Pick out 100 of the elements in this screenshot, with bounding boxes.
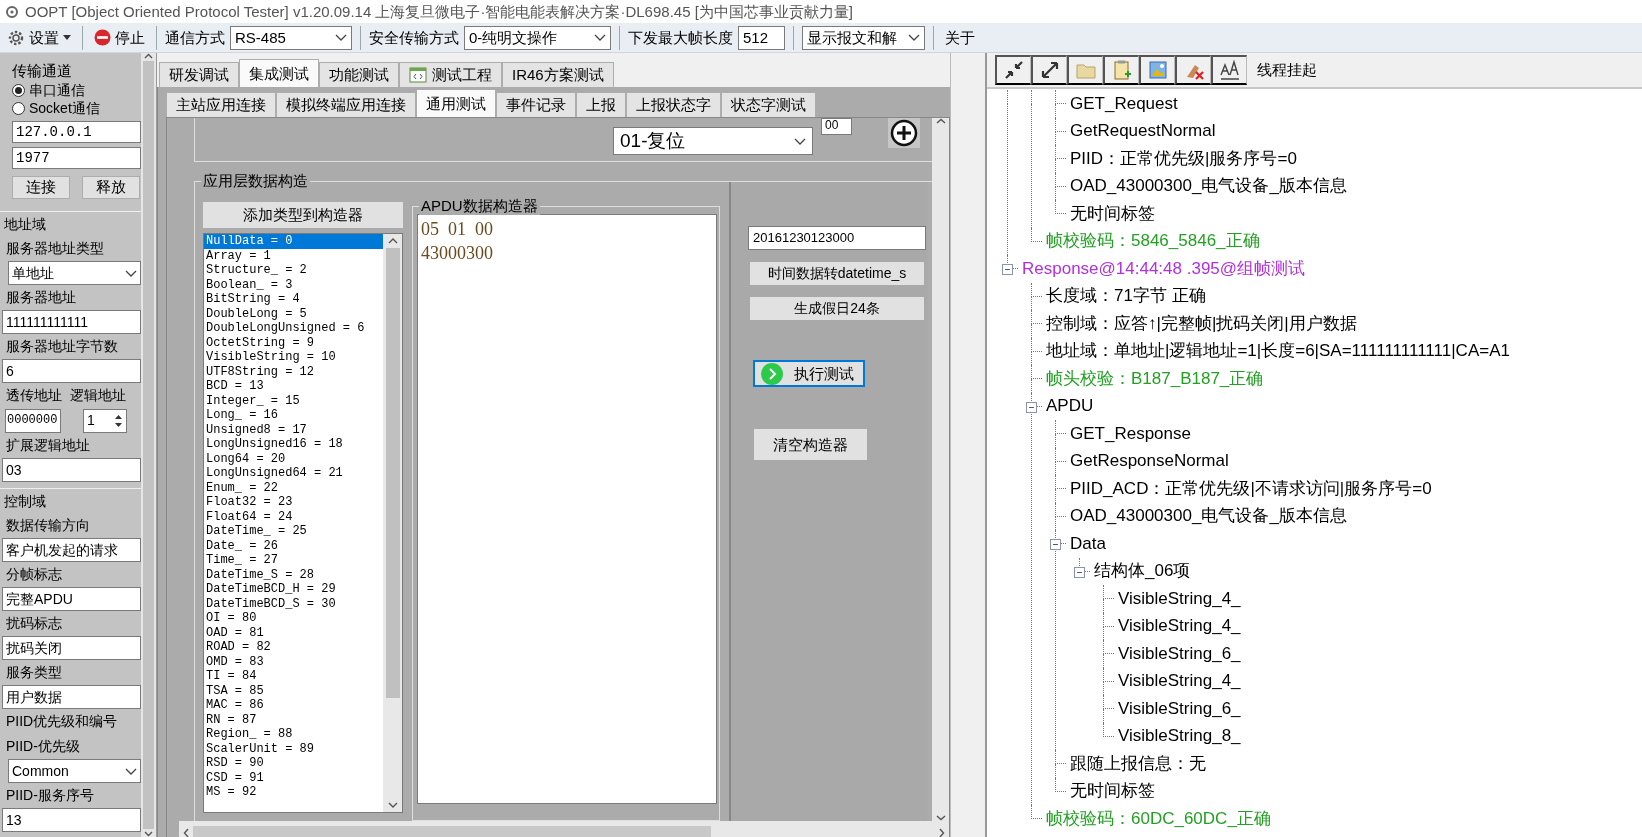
tab[interactable]: 集成测试 bbox=[239, 59, 319, 87]
tree-node[interactable]: 地址域：单地址|逻辑地址=1|长度=6|SA=111111111111|CA=A1 bbox=[1043, 337, 1642, 365]
tab[interactable]: 事件记录 bbox=[496, 92, 576, 117]
image-button[interactable] bbox=[1139, 55, 1175, 85]
tab[interactable]: IR46方案测试 bbox=[502, 62, 614, 87]
tree-node[interactable]: PIID：正常优先级|服务序号=0 bbox=[1067, 145, 1642, 173]
input-field[interactable]: 客户机发起的请求 bbox=[2, 538, 142, 562]
dropdown[interactable]: 0-纯明文操作 bbox=[464, 25, 611, 50]
list-item[interactable]: OAD = 81 bbox=[204, 625, 383, 640]
input-field[interactable]: 1977 bbox=[12, 147, 142, 169]
list-item[interactable]: OMD = 83 bbox=[204, 654, 383, 669]
input-field[interactable]: 用户数据 bbox=[2, 685, 142, 709]
tree-node[interactable]: GetResponseNormal bbox=[1067, 447, 1642, 475]
dropdown[interactable]: 01-复位 bbox=[613, 127, 813, 155]
list-item[interactable]: LongUnsigned16 = 18 bbox=[204, 437, 383, 452]
list-item[interactable]: Integer_ = 15 bbox=[204, 393, 383, 408]
tree-node[interactable]: Data bbox=[1067, 530, 1642, 558]
scroll-right-icon[interactable] bbox=[939, 828, 945, 837]
list-item[interactable]: ROAD = 82 bbox=[204, 640, 383, 655]
text-area[interactable]: 05 01 00 43000300 bbox=[417, 214, 717, 804]
action-button[interactable]: 清空构造器 bbox=[754, 429, 867, 460]
collapse-button[interactable] bbox=[995, 55, 1031, 85]
input-field[interactable]: 0000000 bbox=[5, 408, 61, 433]
list-item[interactable]: OctetString = 9 bbox=[204, 335, 383, 350]
font-size-button[interactable] bbox=[1211, 55, 1247, 85]
list-item[interactable]: Time_ = 27 bbox=[204, 553, 383, 568]
tab[interactable]: 研发调试 bbox=[159, 62, 239, 87]
tree-node[interactable]: VisibleString_4_ bbox=[1115, 667, 1642, 695]
list-item[interactable]: Float32 = 23 bbox=[204, 495, 383, 510]
type-list[interactable] bbox=[203, 233, 403, 813]
input-field[interactable]: 完整APDU bbox=[2, 587, 142, 611]
tab[interactable]: 模拟终端应用连接 bbox=[276, 92, 416, 117]
tree-node[interactable]: VisibleString_4_ bbox=[1115, 585, 1642, 613]
list-item[interactable]: Array = 1 bbox=[204, 248, 383, 263]
action-button[interactable]: 生成假日24条 bbox=[750, 297, 924, 320]
list-item[interactable]: OI = 80 bbox=[204, 611, 383, 626]
scrollbar-thumb[interactable] bbox=[385, 248, 400, 698]
tab[interactable]: 通用测试 bbox=[416, 89, 496, 117]
tree-node[interactable]: GET_Response bbox=[1067, 420, 1642, 448]
input-field[interactable]: 03 bbox=[2, 458, 142, 482]
list-item[interactable]: RN = 87 bbox=[204, 712, 383, 727]
tree-node[interactable]: PIID_ACD：正常优先级|不请求访问|服务序号=0 bbox=[1067, 475, 1642, 503]
tree-node[interactable]: GET_Request bbox=[1067, 90, 1642, 118]
scrollbar-thumb[interactable] bbox=[193, 826, 711, 837]
clipboard-button[interactable] bbox=[1103, 55, 1139, 85]
input-field[interactable]: 6 bbox=[2, 359, 142, 383]
list-item[interactable]: Long64 = 20 bbox=[204, 451, 383, 466]
scroll-up-icon[interactable] bbox=[935, 118, 946, 124]
expand-button[interactable] bbox=[1031, 55, 1067, 85]
tree-node[interactable]: VisibleString_6_ bbox=[1115, 640, 1642, 668]
input-field[interactable]: 扰码关闭 bbox=[2, 636, 142, 660]
list-item[interactable]: RSD = 90 bbox=[204, 756, 383, 771]
tree-node[interactable]: 无时间标签 bbox=[1067, 777, 1642, 805]
dropdown[interactable]: 显示报文和解 bbox=[802, 25, 925, 50]
list-item[interactable]: BCD = 13 bbox=[204, 379, 383, 394]
tree-node[interactable]: 帧校验码：5846_5846_正确 bbox=[1043, 227, 1642, 255]
list-item[interactable]: LongUnsigned64 = 21 bbox=[204, 466, 383, 481]
list-item[interactable]: MS = 92 bbox=[204, 785, 383, 800]
input-field[interactable]: 111111111111 bbox=[2, 310, 142, 334]
tree-node[interactable]: 跟随上报信息：无 bbox=[1067, 750, 1642, 778]
run-test-button[interactable]: 执行测试 bbox=[753, 360, 865, 387]
tree-node[interactable]: 控制域：应答↑|完整帧|扰码关闭|用户数据 bbox=[1043, 310, 1642, 338]
tab[interactable]: 上报状态字 bbox=[626, 92, 721, 117]
tree-node[interactable]: OAD_43000300_电气设备_版本信息 bbox=[1067, 172, 1642, 200]
tree-node[interactable]: Response@14:44:48 .395@组帧测试 bbox=[1019, 255, 1642, 283]
tab[interactable]: 功能测试 bbox=[319, 62, 399, 87]
tab[interactable]: 测试工程 bbox=[399, 62, 502, 87]
radio-label[interactable]: Socket通信 bbox=[29, 99, 100, 117]
list-item[interactable]: Date_ = 26 bbox=[204, 538, 383, 553]
tree-node[interactable]: VisibleString_8_ bbox=[1115, 722, 1642, 750]
tab[interactable]: 状态字测试 bbox=[721, 92, 816, 117]
eraser-button[interactable] bbox=[1175, 55, 1211, 85]
collapse-box-icon[interactable] bbox=[1074, 566, 1085, 578]
radio-button[interactable] bbox=[12, 101, 25, 115]
about-button[interactable]: 关于 bbox=[942, 28, 978, 47]
collapse-box-icon[interactable] bbox=[1050, 539, 1061, 550]
list-item[interactable]: Boolean_ = 3 bbox=[204, 277, 383, 292]
dropdown[interactable]: 单地址 bbox=[8, 261, 142, 285]
list-item[interactable]: DateTimeBCD_S = 30 bbox=[204, 596, 383, 611]
list-item[interactable]: MAC = 86 bbox=[204, 698, 383, 713]
tree-node[interactable]: 长度域：71字节 正确 bbox=[1043, 282, 1642, 310]
tree-node[interactable]: 帧头校验：B187_B187_正确 bbox=[1043, 365, 1642, 393]
list-item[interactable]: Float64 = 24 bbox=[204, 509, 383, 524]
tree-node[interactable]: VisibleString_4_ bbox=[1115, 612, 1642, 640]
list-item[interactable]: Enum_ = 22 bbox=[204, 480, 383, 495]
list-item[interactable]: TI = 84 bbox=[204, 669, 383, 684]
list-item[interactable]: DoubleLong = 5 bbox=[204, 306, 383, 321]
input-field[interactable]: 13 bbox=[2, 808, 142, 832]
list-item[interactable]: DateTime_S = 28 bbox=[204, 567, 383, 582]
scroll-left-icon[interactable] bbox=[183, 828, 189, 837]
tree-node[interactable]: VisibleString_6_ bbox=[1115, 695, 1642, 723]
list-item[interactable]: CSD = 91 bbox=[204, 770, 383, 785]
scroll-down-icon[interactable] bbox=[144, 831, 154, 837]
add-button[interactable] bbox=[888, 118, 920, 148]
tree-node[interactable]: 无时间标签 bbox=[1067, 200, 1642, 228]
action-button[interactable]: 释放 bbox=[82, 175, 140, 199]
folder-button[interactable] bbox=[1067, 55, 1103, 85]
spin-field[interactable]: 1 bbox=[83, 408, 127, 433]
list-item[interactable]: NullData = 0 bbox=[204, 234, 383, 249]
input-field[interactable]: 127.0.0.1 bbox=[12, 121, 142, 143]
